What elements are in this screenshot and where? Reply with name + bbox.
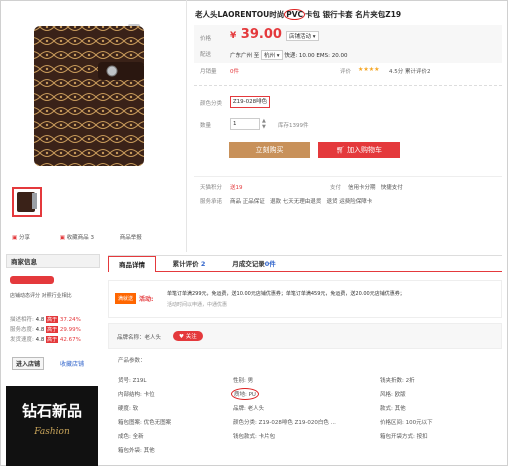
column-divider xyxy=(186,0,187,252)
cart-icon: 🛒︎ xyxy=(335,146,345,154)
dsr-title: 店铺动态评分 对照行业相比 xyxy=(10,293,72,299)
material-highlight: 质地: PU xyxy=(231,388,259,400)
service-items: 商品 正品保证 退款 七天无理由退货 退货 运费险保障卡 xyxy=(230,199,373,205)
price-label: 价格 xyxy=(200,36,212,42)
pay-label: 支付 xyxy=(330,185,342,191)
quantity-input[interactable]: 1 xyxy=(230,118,260,130)
product-main-image xyxy=(12,6,184,178)
tab-details[interactable]: 商品详情 xyxy=(108,256,156,272)
banner-script: Fashion xyxy=(34,427,70,437)
title-highlight: PVC xyxy=(284,9,306,20)
shipping-label: 配送 xyxy=(200,52,212,58)
divider xyxy=(194,85,502,86)
collect-store-link[interactable]: 收藏店铺 xyxy=(60,359,84,368)
brand-row: 品牌名称：老人头 ♥ 关注 xyxy=(108,323,502,349)
promotion-box: 满就送 活动: 单笔订单满299元，免运费，送10.00元店铺优惠券；单笔订单满… xyxy=(108,280,502,318)
sold-label: 月销量 xyxy=(200,69,217,75)
promo-dropdown[interactable]: 店铺活动 ▾ xyxy=(286,31,319,41)
stock-text: 库存1399件 xyxy=(278,123,309,129)
report-link[interactable]: 商品举报 xyxy=(120,235,142,241)
divider xyxy=(194,176,502,177)
promo-badge: 满就送 xyxy=(115,293,137,304)
rating-stars: ★★★★ xyxy=(358,66,380,73)
shipping-info: 广东广州 至 杭州 ▾ 快递: 10.00 EMS: 20.00 xyxy=(230,50,347,60)
seller-title: 商家信息 xyxy=(6,254,100,268)
detail-tabs: 商品详情 累计评价 2 月成交记录0件 xyxy=(108,255,502,272)
points-label: 天猫积分 xyxy=(200,185,223,191)
qty-label: 数量 xyxy=(200,123,212,129)
rating-text[interactable]: 4.5分 累计评价2 xyxy=(389,67,431,75)
share-link[interactable]: 分享 xyxy=(19,235,30,241)
currency-symbol: ¥ xyxy=(230,31,237,41)
price-box: 价格 ¥ 39.00 店铺活动 ▾ 配送 广东广州 至 杭州 ▾ 快递: 10.… xyxy=(194,25,502,63)
rating-label: 评价 xyxy=(340,69,352,75)
promo-line-1: 单笔订单满299元，免运费，送10.00元店铺优惠券；单笔订单满459元，免运费… xyxy=(167,291,405,297)
color-label: 颜色分类 xyxy=(200,101,223,107)
points-value: 送19 xyxy=(230,185,243,191)
add-to-cart-button[interactable]: 🛒︎ 加入购物车 xyxy=(318,142,400,158)
pay-methods: 信用卡分期 快捷支付 xyxy=(348,185,403,191)
favorite-count: 3 xyxy=(90,235,94,241)
params-title: 产品参数： xyxy=(118,358,146,364)
heart-icon[interactable]: ▣ xyxy=(60,235,65,241)
dsr-row-1: 描述相符: 4.8 高于 37.24% xyxy=(10,316,81,323)
product-title: 老人头LAORENTOU时尚 PVC 卡包 银行卡套 名片夹包Z19 xyxy=(195,9,402,20)
tab-reviews[interactable]: 累计评价 2 xyxy=(164,256,214,272)
promo-label: 活动: xyxy=(139,296,154,303)
promo-line-2: 活动时间以申通，中通优惠 xyxy=(167,302,228,308)
tab-sales[interactable]: 月成交记录0件 xyxy=(220,256,288,272)
price-value: 39.00 xyxy=(240,27,282,42)
seller-panel: 商家信息 店铺动态评分 对照行业相比 xyxy=(6,254,100,299)
promo-banner[interactable]: 钻石新品 Fashion xyxy=(6,386,98,466)
buy-now-button[interactable]: 立刻购买 xyxy=(229,142,310,158)
share-icon[interactable]: ▣ xyxy=(12,235,17,241)
shipping-dest-select[interactable]: 杭州 ▾ xyxy=(261,50,283,60)
color-option-selected[interactable]: Z19-028啡色 xyxy=(230,96,270,108)
banner-text: 钻石新品 xyxy=(21,402,82,420)
sold-value: 0件 xyxy=(230,69,239,75)
follow-button[interactable]: ♥ 关注 xyxy=(173,331,203,341)
enter-store-button[interactable]: 进入店铺 xyxy=(12,357,45,370)
dsr-row-2: 服务态度: 4.8 高于 29.99% xyxy=(10,326,81,333)
favorite-link[interactable]: 收藏商品 xyxy=(67,235,89,241)
gallery-actions: ▣ 分享 ▣ 收藏商品 3 商品举报 xyxy=(12,233,184,241)
brand-label: 品牌名称：老人头 xyxy=(117,335,162,341)
dsr-row-3: 发货速度: 4.8 高于 42.67% xyxy=(10,336,81,343)
qty-stepper[interactable]: ▲ ▼ xyxy=(262,118,266,130)
seller-name-redacted xyxy=(10,276,54,284)
service-label: 服务承诺 xyxy=(200,199,223,205)
thumbnail-selected[interactable] xyxy=(12,187,42,217)
